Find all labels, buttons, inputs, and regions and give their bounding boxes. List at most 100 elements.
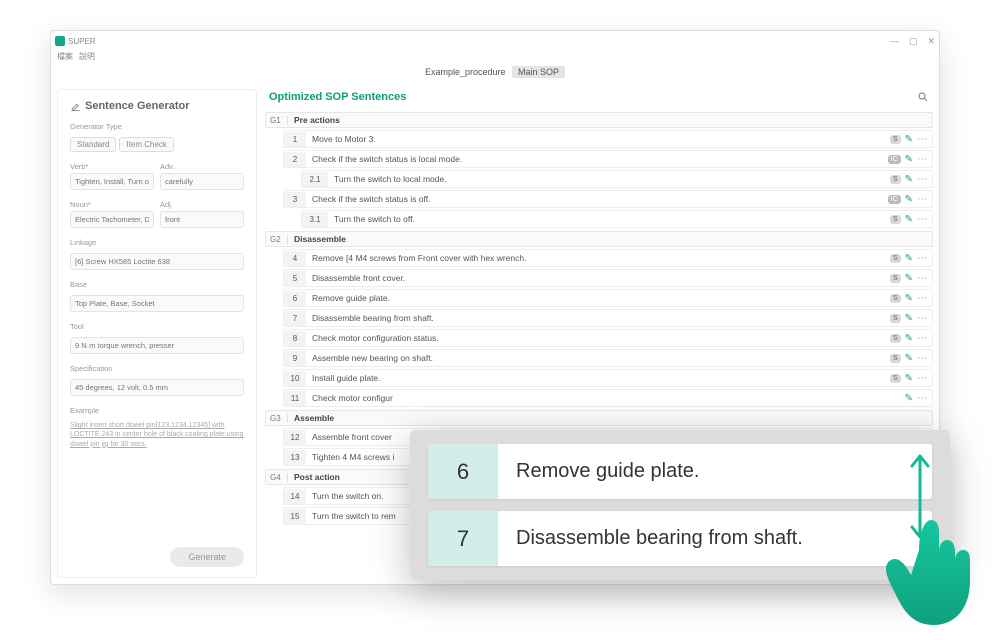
generate-button[interactable]: Generate [170, 547, 244, 567]
tool-label: Tool [70, 322, 244, 331]
window-maximize-button[interactable]: ▢ [909, 36, 918, 47]
edit-icon[interactable]: ✎ [905, 134, 913, 145]
more-icon[interactable]: ⋯ [917, 313, 928, 324]
window-minimize-button[interactable]: — [890, 36, 899, 47]
step-number: 11 [284, 391, 306, 406]
step-number: 2.1 [302, 172, 328, 187]
edit-icon[interactable]: ✎ [905, 373, 913, 384]
group-header[interactable]: G2Disassemble [265, 231, 933, 247]
sop-row[interactable]: 3.1Turn the switch to off.S✎⋯ [301, 210, 933, 228]
more-icon[interactable]: ⋯ [917, 214, 928, 225]
sentence-badge: S [890, 215, 901, 224]
itemcheck-badge: IC [888, 155, 901, 164]
callout-row-6[interactable]: 6 Remove guide plate. [428, 444, 932, 499]
group-code: G4 [270, 473, 288, 482]
linkage-input[interactable] [70, 253, 244, 270]
sop-row[interactable]: 2Check if the switch status is local mod… [283, 150, 933, 168]
step-text: Disassemble front cover. [306, 270, 886, 286]
window-close-button[interactable]: ✕ [927, 36, 935, 47]
sop-row[interactable]: 8Check motor configuration status.S✎⋯ [283, 329, 933, 347]
more-icon[interactable]: ⋯ [917, 393, 928, 404]
more-icon[interactable]: ⋯ [917, 273, 928, 284]
edit-icon[interactable]: ✎ [905, 154, 913, 165]
edit-icon[interactable]: ✎ [905, 393, 913, 404]
breadcrumb-chip[interactable]: Main SOP [512, 66, 565, 78]
sentence-badge: S [890, 294, 901, 303]
sop-row[interactable]: 3Check if the switch status is off.IC✎⋯ [283, 190, 933, 208]
edit-icon[interactable]: ✎ [905, 214, 913, 225]
edit-icon[interactable]: ✎ [905, 293, 913, 304]
sop-row[interactable]: 11Check motor configur ✎ ⋯ [283, 389, 933, 407]
sop-row[interactable]: 7Disassemble bearing from shaft.S✎⋯ [283, 309, 933, 327]
callout-num: 6 [428, 444, 498, 499]
edit-icon[interactable]: ✎ [905, 273, 913, 284]
sop-row[interactable]: 4Remove [4 M4 screws from Front cover wi… [283, 249, 933, 267]
step-number: 9 [284, 351, 306, 366]
more-icon[interactable]: ⋯ [917, 353, 928, 364]
breadcrumb-path[interactable]: Example_procedure [425, 67, 506, 77]
base-input[interactable] [70, 295, 244, 312]
step-text: Assemble new bearing on shaft. [306, 350, 886, 366]
more-icon[interactable]: ⋯ [917, 293, 928, 304]
adv-input[interactable] [160, 173, 244, 190]
more-icon[interactable]: ⋯ [917, 134, 928, 145]
search-icon[interactable] [917, 91, 929, 103]
noun-label: Noun* [70, 200, 154, 209]
adj-input[interactable] [160, 211, 244, 228]
callout-row-7[interactable]: 7 Disassemble bearing from shaft. [428, 511, 932, 566]
sentence-generator-panel: Sentence Generator Generator Type Standa… [57, 89, 257, 578]
edit-icon[interactable]: ✎ [905, 333, 913, 344]
edit-icon[interactable]: ✎ [905, 174, 913, 185]
sop-row[interactable]: 2.1Turn the switch to local mode.S✎⋯ [301, 170, 933, 188]
menu-help[interactable]: 說明 [79, 51, 95, 65]
step-number: 3 [284, 192, 306, 207]
step-number: 14 [284, 489, 306, 504]
spec-input[interactable] [70, 379, 244, 396]
step-text: Check if the switch status is local mode… [306, 151, 884, 167]
sop-row[interactable]: 6Remove guide plate.S✎⋯ [283, 289, 933, 307]
more-icon[interactable]: ⋯ [917, 253, 928, 264]
step-text: Move to Motor 3. [306, 131, 886, 147]
gentype-standard-button[interactable]: Standard [70, 137, 116, 152]
sentence-badge: S [890, 314, 901, 323]
sop-row[interactable]: 5Disassemble front cover.S✎⋯ [283, 269, 933, 287]
menu-file[interactable]: 檔案 [57, 51, 73, 65]
edit-icon[interactable]: ✎ [905, 313, 913, 324]
more-icon[interactable]: ⋯ [917, 154, 928, 165]
step-number: 2 [284, 152, 306, 167]
step-text: Check motor configur [306, 390, 901, 406]
noun-input[interactable] [70, 211, 154, 228]
group-title: Assemble [294, 413, 334, 423]
edit-icon[interactable]: ✎ [905, 194, 913, 205]
app-logo-icon [55, 36, 65, 46]
step-text: Turn the switch to off. [328, 211, 886, 227]
sop-row[interactable]: 1Move to Motor 3.S✎⋯ [283, 130, 933, 148]
edit-icon[interactable]: ✎ [905, 353, 913, 364]
gentype-itemcheck-button[interactable]: Item Check [119, 137, 173, 152]
step-number: 12 [284, 430, 306, 445]
sop-row[interactable]: 9Assemble new bearing on shaft. S ✎ ⋯ [283, 349, 933, 367]
step-number: 8 [284, 331, 306, 346]
zoom-callout: 6 Remove guide plate. 7 Disassemble bear… [410, 430, 950, 580]
group-header[interactable]: G1Pre actions [265, 112, 933, 128]
more-icon[interactable]: ⋯ [917, 174, 928, 185]
itemcheck-badge: IC [888, 195, 901, 204]
more-icon[interactable]: ⋯ [917, 373, 928, 384]
sentence-badge: S [890, 354, 901, 363]
spec-label: Specification [70, 364, 244, 373]
group-header[interactable]: G3Assemble [265, 410, 933, 426]
step-number: 6 [284, 291, 306, 306]
more-icon[interactable]: ⋯ [917, 333, 928, 344]
sop-row[interactable]: 10Install guide plate.S✎⋯ [283, 369, 933, 387]
group-title: Pre actions [294, 115, 340, 125]
step-number: 7 [284, 311, 306, 326]
adv-label: Adv. [160, 162, 244, 171]
more-icon[interactable]: ⋯ [917, 194, 928, 205]
edit-icon[interactable]: ✎ [905, 253, 913, 264]
group-title: Disassemble [294, 234, 346, 244]
verb-input[interactable] [70, 173, 154, 190]
tool-input[interactable] [70, 337, 244, 354]
app-name: SUPER [68, 37, 96, 46]
sentence-badge: S [890, 334, 901, 343]
example-label: Example [70, 406, 244, 415]
